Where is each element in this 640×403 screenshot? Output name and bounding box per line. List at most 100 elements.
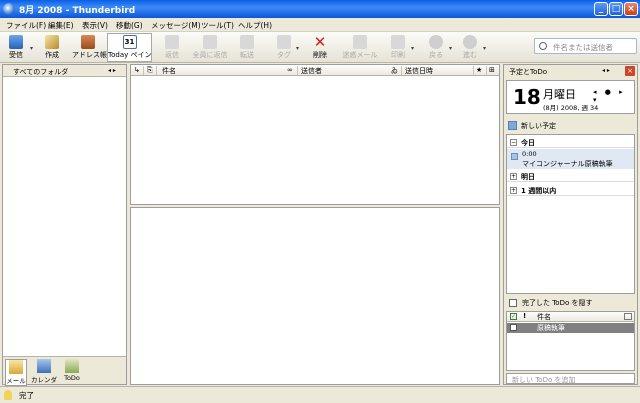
thread-pane: ↳ ⎘ 件名 ∞ 送信者 ゐ 送信日時 ★ ⊞ bbox=[130, 64, 500, 205]
printer-icon bbox=[391, 35, 405, 49]
agenda-list: − 今日 0:00 マイコンジャーナル原稿執筆 + 明日 + 1 週間以内 bbox=[506, 134, 635, 294]
expand-icon[interactable]: + bbox=[510, 173, 517, 180]
subject-column[interactable]: 件名 bbox=[162, 66, 176, 76]
folder-view-switch-icon[interactable]: ◂ ▸ bbox=[108, 67, 116, 74]
weekday-label: 月曜日 bbox=[543, 88, 576, 101]
tag-icon bbox=[277, 35, 291, 49]
reply-button[interactable]: 返信 bbox=[160, 34, 184, 62]
delete-x-icon: ✕ bbox=[313, 33, 327, 51]
todo-column-header: ✓ ! 件名 bbox=[507, 312, 634, 322]
expand-icon[interactable]: + bbox=[510, 187, 517, 194]
close-button[interactable]: × bbox=[624, 2, 638, 16]
day-number: 18 bbox=[513, 85, 541, 109]
agenda-event[interactable]: 0:00 マイコンジャーナル原稿執筆 bbox=[507, 149, 634, 169]
hide-completed-todos[interactable]: 完了した ToDo を隠す bbox=[506, 297, 635, 309]
print-button[interactable]: 印刷 bbox=[387, 34, 409, 62]
date-nav-arrows-icon[interactable]: ◂ ● ▸ ▾ bbox=[593, 88, 634, 104]
get-mail-button[interactable]: 受信 bbox=[4, 34, 28, 62]
new-event-icon bbox=[508, 121, 517, 130]
hide-completed-checkbox[interactable] bbox=[509, 299, 517, 307]
menu-go[interactable]: 移動(G) bbox=[116, 20, 143, 31]
forward-icon bbox=[240, 35, 254, 49]
read-column-icon[interactable]: ∞ bbox=[287, 66, 293, 74]
attachment-column-icon[interactable]: ⎘ bbox=[147, 66, 153, 75]
todo-mode-button[interactable]: ToDo bbox=[61, 359, 83, 382]
column-picker-icon[interactable]: ⊞ bbox=[489, 66, 495, 74]
offline-status-icon[interactable] bbox=[4, 390, 12, 400]
back-button[interactable]: 戻る bbox=[425, 34, 447, 62]
todo-title: 原稿執筆 bbox=[537, 324, 565, 332]
event-calendar-icon bbox=[511, 153, 518, 160]
window-title: 8月 2008 - Thunderbird bbox=[19, 6, 136, 16]
menu-tools[interactable]: ツール(T) bbox=[201, 20, 234, 31]
get-mail-dropdown-icon[interactable]: ▾ bbox=[30, 45, 33, 52]
menu-edit[interactable]: 編集(E) bbox=[48, 20, 74, 31]
done-column-icon[interactable]: ✓ bbox=[510, 313, 517, 320]
todo-item[interactable]: 原稿執筆 bbox=[507, 323, 634, 333]
todo-mode-icon bbox=[65, 359, 79, 373]
agenda-group-today[interactable]: − 今日 bbox=[507, 137, 634, 148]
event-time: 0:00 bbox=[522, 150, 537, 158]
collapse-icon[interactable]: − bbox=[510, 139, 517, 146]
reply-icon bbox=[165, 35, 179, 49]
pencil-icon bbox=[45, 35, 59, 49]
thread-column-header: ↳ ⎘ 件名 ∞ 送信者 ゐ 送信日時 ★ ⊞ bbox=[131, 65, 499, 76]
thread-column-icon[interactable]: ↳ bbox=[134, 66, 140, 74]
menu-file[interactable]: ファイル(F) bbox=[6, 20, 46, 31]
status-text: 完了 bbox=[19, 391, 34, 400]
sender-column[interactable]: 送信者 bbox=[301, 66, 322, 76]
tag-button[interactable]: タグ bbox=[274, 34, 294, 62]
message-preview-pane bbox=[130, 207, 500, 385]
priority-column[interactable]: ! bbox=[523, 312, 526, 320]
calendar-icon: 31 bbox=[122, 35, 137, 49]
mail-icon bbox=[9, 360, 23, 374]
today-pane-close-button[interactable]: × bbox=[625, 66, 635, 76]
status-bar: 完了 bbox=[0, 386, 640, 403]
new-event-button[interactable]: 新しい予定 bbox=[506, 120, 635, 131]
forward-button[interactable]: 転送 bbox=[235, 34, 259, 62]
maximize-button[interactable]: □ bbox=[609, 2, 623, 16]
tag-dropdown-icon[interactable]: ▾ bbox=[296, 45, 299, 52]
folder-view-label: すべてのフォルダ bbox=[13, 68, 69, 76]
delete-button[interactable]: ✕ 削除 bbox=[308, 34, 332, 62]
minimize-button[interactable]: _ bbox=[594, 2, 608, 16]
today-pane: 予定とToDo ◂ ▸ × 18 月曜日 ◂ ● ▸ ▾ (8月) 2008, … bbox=[503, 64, 638, 385]
today-pane-button[interactable]: 31 Today ペイン bbox=[107, 33, 152, 62]
next-dropdown-icon[interactable]: ▾ bbox=[483, 45, 486, 52]
week-info: (8月) 2008, 週 34 bbox=[543, 104, 599, 112]
agenda-group-tomorrow[interactable]: + 明日 bbox=[507, 171, 634, 182]
search-icon bbox=[539, 42, 547, 50]
todo-list: ✓ ! 件名 原稿執筆 bbox=[506, 311, 635, 371]
calendar-mode-icon bbox=[37, 359, 51, 373]
inbox-download-icon bbox=[9, 35, 23, 49]
new-todo-input[interactable]: 新しい ToDo を追加 bbox=[506, 373, 635, 384]
forward-arrow-icon bbox=[463, 35, 477, 49]
back-dropdown-icon[interactable]: ▾ bbox=[449, 45, 452, 52]
todo-title-column[interactable]: 件名 bbox=[537, 312, 551, 322]
agenda-group-week[interactable]: + 1 週間以内 bbox=[507, 185, 634, 196]
write-button[interactable]: 作成 bbox=[40, 34, 64, 62]
date-column[interactable]: 送信日時 bbox=[405, 66, 433, 76]
today-pane-title: 予定とToDo bbox=[509, 68, 548, 76]
todo-done-checkbox[interactable] bbox=[510, 324, 517, 331]
reply-all-button[interactable]: 全員に返信 bbox=[191, 34, 229, 62]
junk-button[interactable]: 迷惑メール bbox=[342, 34, 378, 62]
menu-message[interactable]: メッセージ(M) bbox=[151, 20, 201, 31]
back-arrow-icon bbox=[429, 35, 443, 49]
column-picker-icon[interactable] bbox=[624, 313, 632, 320]
print-dropdown-icon[interactable]: ▾ bbox=[411, 45, 414, 52]
menu-help[interactable]: ヘルプ(H) bbox=[238, 20, 272, 31]
mail-mode-button[interactable]: メール bbox=[5, 359, 27, 386]
address-book-icon bbox=[81, 35, 95, 49]
junk-column-icon[interactable]: ゐ bbox=[391, 66, 398, 76]
today-pane-switch-icon[interactable]: ◂ ▸ bbox=[602, 67, 610, 74]
folder-pane-header: すべてのフォルダ ◂ ▸ bbox=[3, 65, 126, 77]
menu-view[interactable]: 表示(V) bbox=[82, 20, 108, 31]
address-book-button[interactable]: アドレス帳 bbox=[72, 34, 107, 62]
thunderbird-icon bbox=[3, 3, 15, 15]
next-button[interactable]: 進む bbox=[459, 34, 481, 62]
title-bar: 8月 2008 - Thunderbird _ □ × bbox=[0, 0, 640, 18]
star-column-icon[interactable]: ★ bbox=[476, 66, 482, 74]
mini-date-display: 18 月曜日 ◂ ● ▸ ▾ (8月) 2008, 週 34 bbox=[506, 80, 635, 114]
search-input[interactable]: 件名または送信者 bbox=[534, 38, 637, 54]
